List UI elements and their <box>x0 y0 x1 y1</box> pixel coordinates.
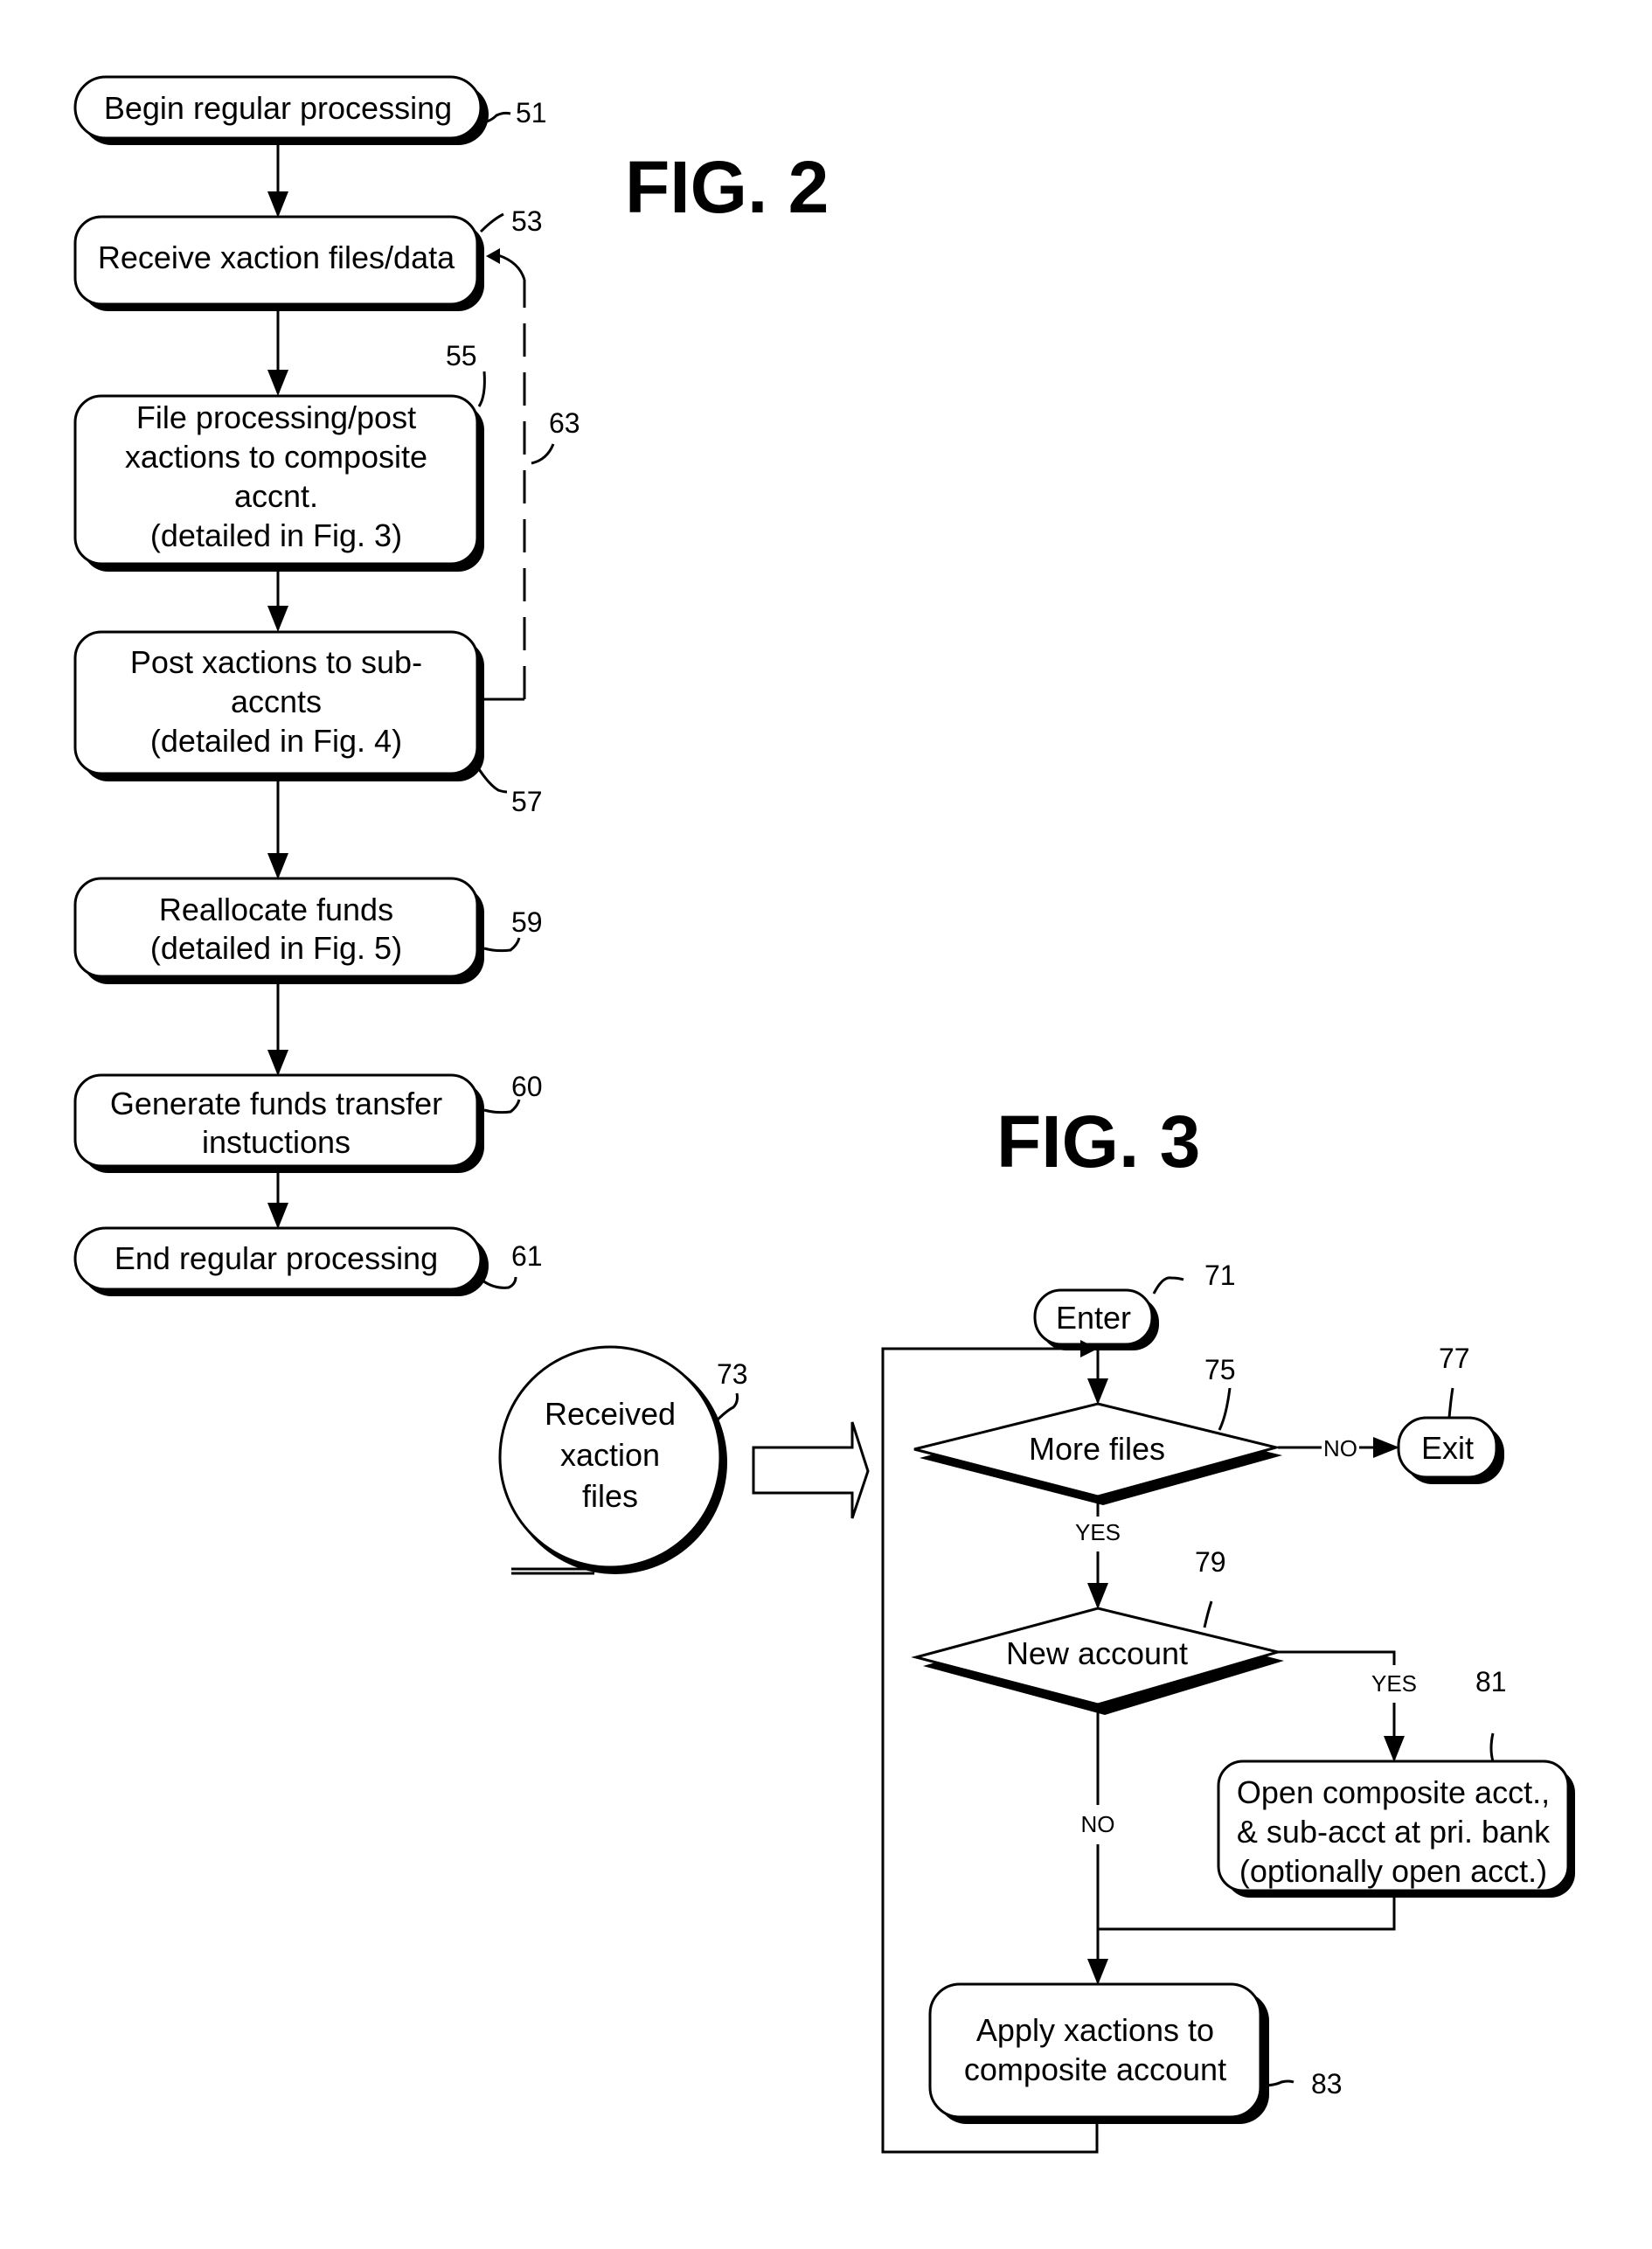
ref-51: 51 <box>516 97 547 128</box>
node-label: accnts <box>231 684 322 719</box>
node-label: composite account <box>964 2051 1226 2087</box>
leader-79 <box>1203 1600 1213 1628</box>
ref-59: 59 <box>511 906 543 938</box>
data-flow-arrow-icon <box>752 1421 870 1519</box>
node-label: File processing/post <box>136 399 416 435</box>
node-label: End regular processing <box>115 1240 438 1276</box>
ref-63: 63 <box>549 407 580 439</box>
leader-55 <box>477 371 486 407</box>
feedback-loop-63 <box>484 248 526 701</box>
edge-label-no: NO <box>1323 1435 1357 1461</box>
fig3-node-79-new-account: New account <box>911 1607 1284 1715</box>
leader-53 <box>479 212 504 233</box>
fig3-node-81-open-account: Open composite acct., & sub-acct at pri.… <box>1217 1760 1575 1898</box>
node-label: (detailed in Fig. 5) <box>150 930 402 966</box>
node-label: files <box>582 1478 638 1514</box>
patent-figure-sheet: FIG. 2 Begin regular processing 51 Recei… <box>73 75 1575 2154</box>
node-label: Apply xactions to <box>976 2012 1214 2048</box>
ref-79: 79 <box>1195 1546 1226 1578</box>
leader-75 <box>1218 1387 1232 1431</box>
fig2-node-51-begin: Begin regular processing <box>73 75 489 145</box>
leader-59 <box>483 937 521 953</box>
fig2: FIG. 2 Begin regular processing 51 Recei… <box>73 75 829 1296</box>
leader-71 <box>1152 1276 1184 1295</box>
fig3-node-71-enter: Enter <box>1033 1288 1159 1350</box>
node-label: Exit <box>1421 1430 1474 1466</box>
ref-75: 75 <box>1204 1354 1236 1385</box>
leader-73 <box>712 1392 739 1425</box>
leader-81 <box>1489 1732 1495 1762</box>
node-label: (optionally open acct.) <box>1239 1853 1547 1889</box>
fig3-node-75-more-files: More files <box>913 1402 1282 1505</box>
fig2-node-53-receive: Receive xaction files/data <box>73 215 484 311</box>
node-label: (detailed in Fig. 3) <box>150 517 402 553</box>
node-label: instuctions <box>202 1124 351 1160</box>
leader-57 <box>477 768 508 794</box>
fig3-node-73-received-files: Received xaction files <box>498 1345 727 1575</box>
node-label: Generate funds transfer <box>110 1086 442 1121</box>
ref-57: 57 <box>511 786 543 817</box>
ref-61: 61 <box>511 1240 543 1272</box>
node-label: Open composite acct., <box>1237 1774 1550 1810</box>
node-label: More files <box>1029 1431 1165 1467</box>
ref-60: 60 <box>511 1071 543 1102</box>
node-label: xactions to composite <box>125 439 427 475</box>
fig3-title: FIG. 3 <box>996 1100 1200 1183</box>
fig3: FIG. 3 Enter 71 Received xaction files 7… <box>498 1100 1575 2154</box>
node-label: Received <box>545 1396 676 1432</box>
node-label: accnt. <box>234 478 318 514</box>
node-label: (detailed in Fig. 4) <box>150 723 402 759</box>
node-label: Begin regular processing <box>104 90 452 126</box>
fig2-node-55-file-processing: File processing/post xactions to composi… <box>73 394 484 572</box>
ref-71: 71 <box>1204 1260 1236 1291</box>
ref-81: 81 <box>1475 1666 1507 1697</box>
node-label: & sub-acct at pri. bank <box>1237 1814 1551 1850</box>
edge-label-no-2: NO <box>1081 1811 1115 1837</box>
fig2-node-61-end: End regular processing <box>73 1226 489 1296</box>
leader-61 <box>482 1276 517 1289</box>
node-label: Post xactions to sub- <box>130 644 422 680</box>
edge-newaccount-yes <box>1278 1650 1396 1665</box>
fig3-node-77-exit: Exit <box>1397 1416 1504 1484</box>
leader-63 <box>531 443 555 465</box>
fig3-node-83-apply-xactions: Apply xactions to composite account <box>928 1982 1269 2124</box>
ref-77: 77 <box>1439 1343 1470 1374</box>
node-label: New account <box>1006 1635 1188 1671</box>
edge-label-yes-2: YES <box>1371 1670 1417 1697</box>
ref-73: 73 <box>717 1358 748 1390</box>
fig2-node-59-reallocate: Reallocate funds (detailed in Fig. 5) <box>73 877 484 984</box>
leader-77 <box>1447 1387 1454 1419</box>
ref-53: 53 <box>511 205 543 237</box>
ref-83: 83 <box>1311 2068 1343 2100</box>
node-label: Receive xaction files/data <box>98 239 455 275</box>
edge-label-yes: YES <box>1075 1519 1121 1545</box>
node-label: Enter <box>1056 1300 1131 1336</box>
ref-55: 55 <box>446 340 477 371</box>
edge-open-account-merge <box>1098 1897 1396 1931</box>
node-label: xaction <box>560 1437 660 1473</box>
fig2-node-60-generate-transfer: Generate funds transfer instuctions <box>73 1073 484 1173</box>
fig2-node-57-post-subaccounts: Post xactions to sub- accnts (detailed i… <box>73 630 484 781</box>
node-label: Reallocate funds <box>159 892 393 927</box>
fig2-title: FIG. 2 <box>625 146 829 228</box>
